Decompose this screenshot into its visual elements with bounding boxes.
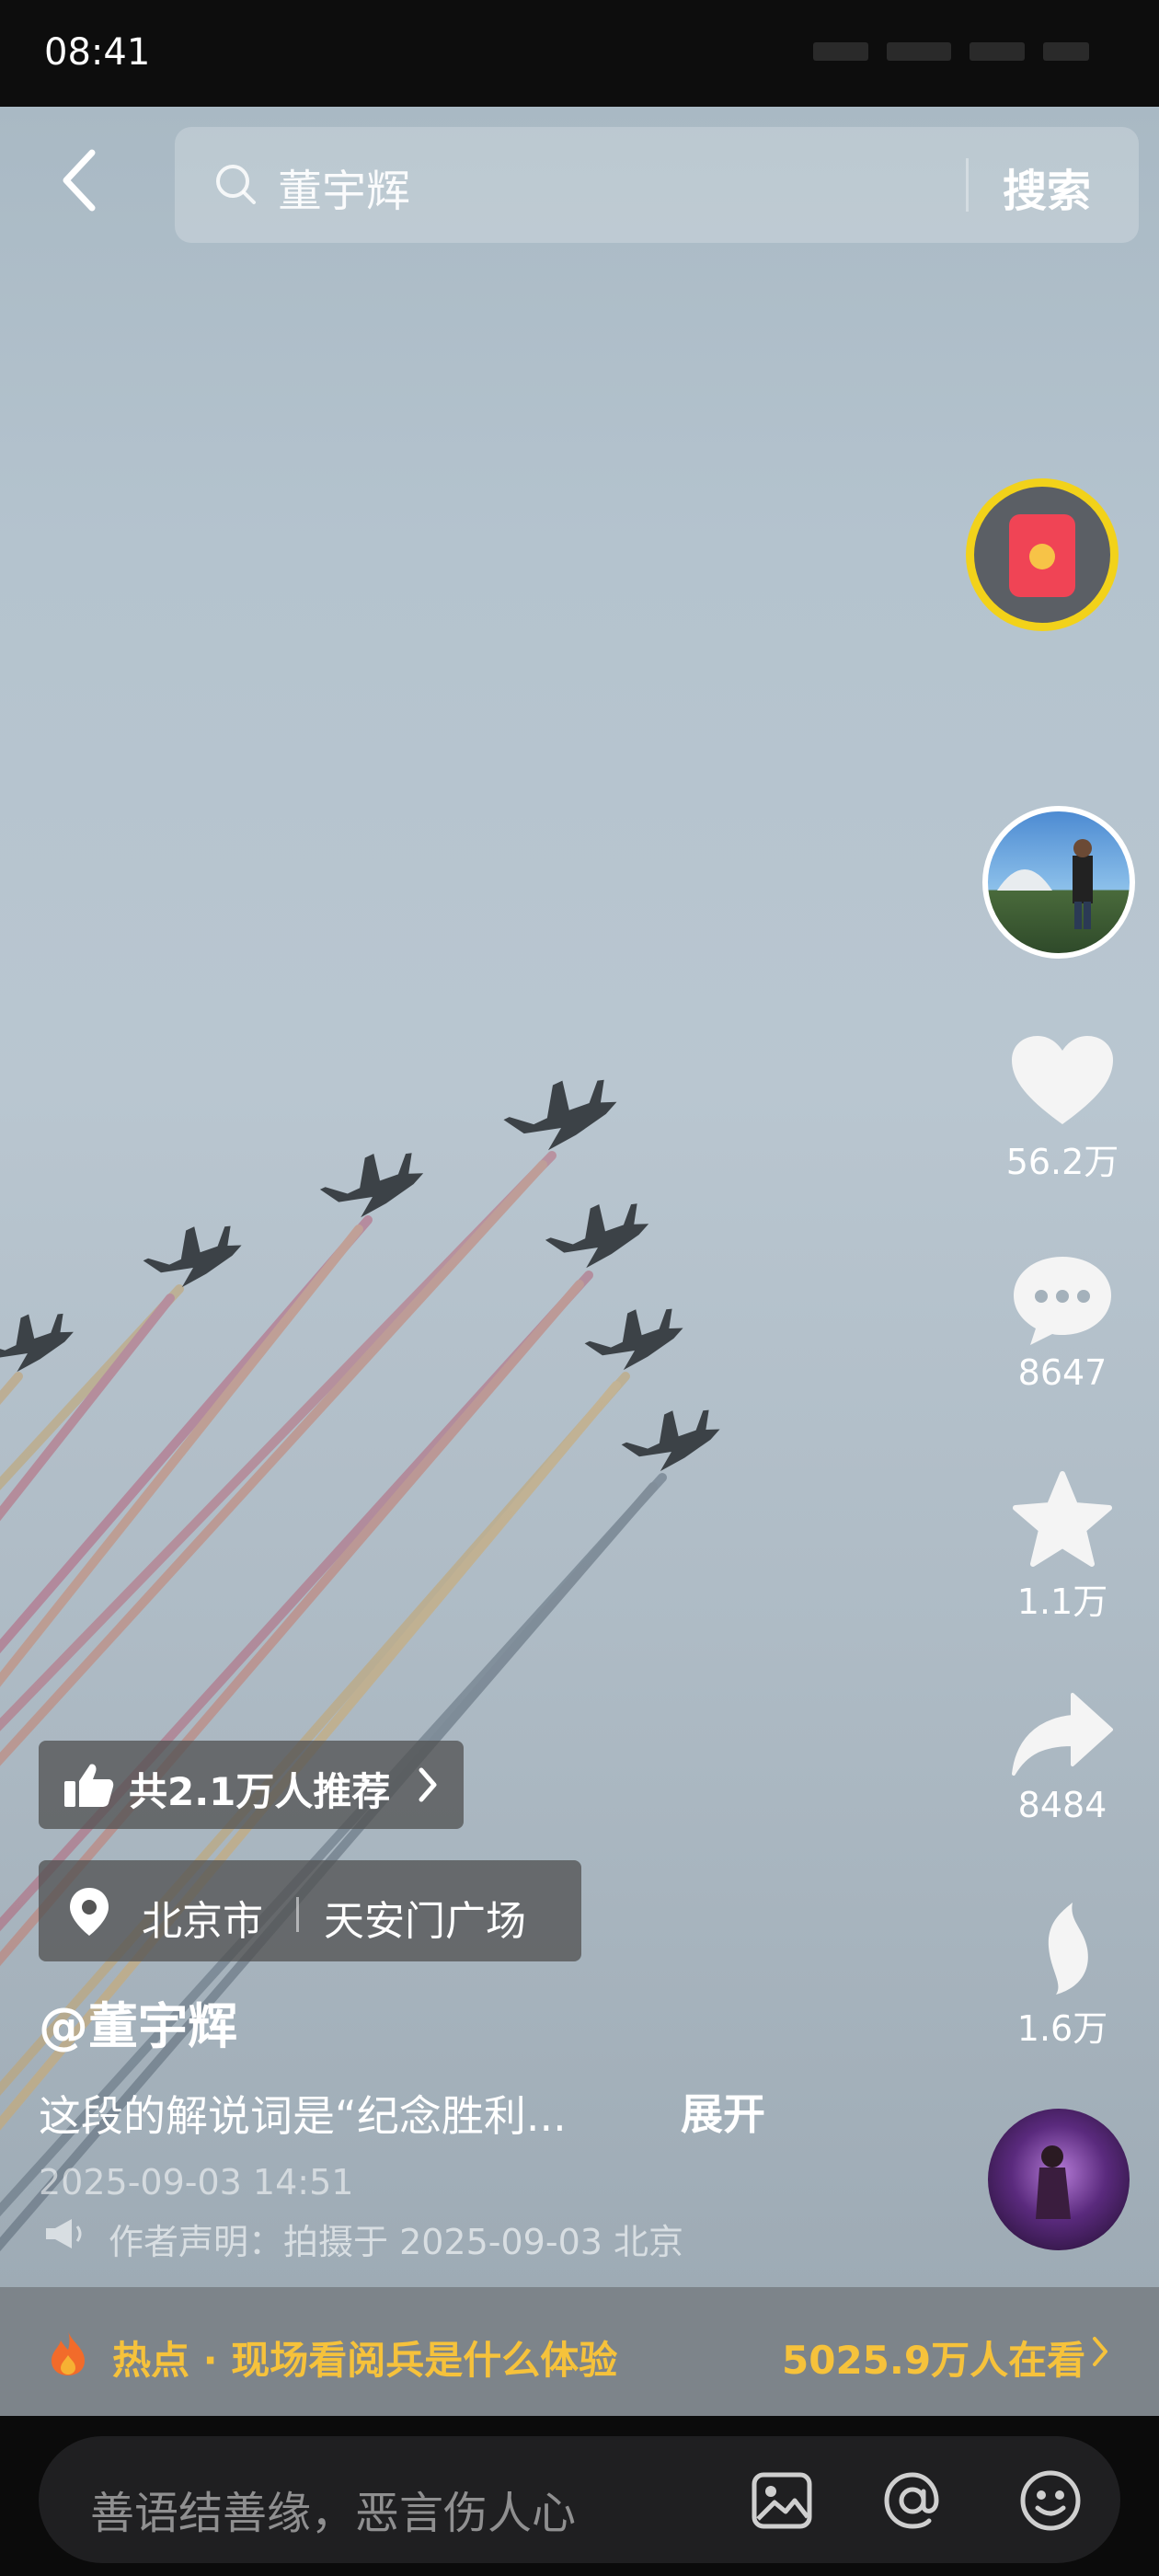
- status-bar: 08:41: [0, 0, 1159, 107]
- share-icon: [1012, 1693, 1113, 1776]
- redpacket-button[interactable]: [966, 478, 1119, 631]
- music-cover: [1036, 2145, 1071, 2219]
- hot-viewer-count: 5025.9万人在看: [782, 2338, 1086, 2383]
- location-pin-icon: [70, 1888, 109, 1936]
- fire-icon: [52, 2331, 85, 2375]
- comment-placeholder: 善语结善缘，恶言伤人心: [90, 2488, 577, 2539]
- back-icon: [63, 149, 96, 212]
- favorite-action[interactable]: 1.1万: [1003, 1470, 1122, 1624]
- search-query: 董宇辉: [278, 166, 411, 217]
- search-icon: [216, 165, 256, 204]
- like-count: 56.2万: [1005, 1142, 1119, 1182]
- comment-action[interactable]: 8647: [1003, 1253, 1122, 1393]
- search-input[interactable]: 董宇辉 搜索: [175, 127, 1139, 243]
- remix-count: 1.6万: [1016, 2008, 1108, 2049]
- status-icons: [813, 33, 1107, 70]
- bottom-comment-bar: 善语结善缘，恶言伤人心: [0, 2416, 1159, 2576]
- comment-count: 8647: [1017, 1352, 1107, 1393]
- share-action[interactable]: 8484: [1003, 1689, 1122, 1825]
- favorite-count: 1.1万: [1016, 1581, 1108, 1622]
- chevron-right-icon: [1093, 2337, 1107, 2366]
- top-search-bar: 董宇辉 搜索: [0, 107, 1159, 254]
- location-city: 北京市: [142, 1898, 263, 1945]
- remix-action[interactable]: 1.6万: [1003, 1899, 1122, 2051]
- star-icon: [1013, 1471, 1112, 1567]
- recommend-pill[interactable]: 共2.1万人推荐: [39, 1741, 464, 1829]
- post-timestamp: 2025-09-03 14:51: [39, 2162, 354, 2202]
- search-divider: [966, 158, 969, 212]
- emoji-icon[interactable]: [1017, 2467, 1084, 2534]
- author-avatar[interactable]: [982, 806, 1135, 959]
- music-disc[interactable]: [988, 2109, 1130, 2250]
- hot-topic-label: 热点 · 现场看阅兵是什么体验: [112, 2338, 618, 2383]
- avatar-photo: [997, 839, 1093, 929]
- caption-text: 这段的解说词是“纪念胜利...: [39, 2091, 567, 2141]
- hot-topic-bar[interactable]: 热点 · 现场看阅兵是什么体验 5025.9万人在看: [0, 2287, 1159, 2416]
- at-icon[interactable]: [879, 2467, 946, 2534]
- like-action[interactable]: 56.2万: [1003, 1032, 1122, 1184]
- share-count: 8484: [1017, 1785, 1107, 1825]
- location-place: 天安门广场: [324, 1898, 526, 1945]
- expand-button[interactable]: 展开: [681, 2081, 765, 2142]
- recommend-text: 共2.1万人推荐: [129, 1769, 391, 1814]
- comment-icon: [1014, 1257, 1111, 1345]
- heart-icon: [1012, 1036, 1113, 1124]
- status-time: 08:41: [44, 31, 151, 74]
- image-icon[interactable]: [749, 2467, 815, 2534]
- megaphone-icon: [46, 2219, 82, 2248]
- thumbs-up-icon: [64, 1764, 114, 1807]
- comment-input[interactable]: 善语结善缘，恶言伤人心: [39, 2436, 1120, 2563]
- redpacket-icon: [1009, 514, 1075, 597]
- location-separator: [296, 1897, 299, 1932]
- back-button[interactable]: [53, 144, 109, 217]
- author-handle[interactable]: @董宇辉: [39, 1985, 237, 2058]
- author-statement: 作者声明：拍摄于 2025-09-03 北京: [109, 2222, 683, 2262]
- chevron-right-icon: [419, 1767, 437, 1802]
- remix-icon: [1048, 1903, 1088, 1995]
- search-button[interactable]: 搜索: [1003, 155, 1091, 219]
- location-pill[interactable]: 北京市 天安门广场: [39, 1860, 581, 1961]
